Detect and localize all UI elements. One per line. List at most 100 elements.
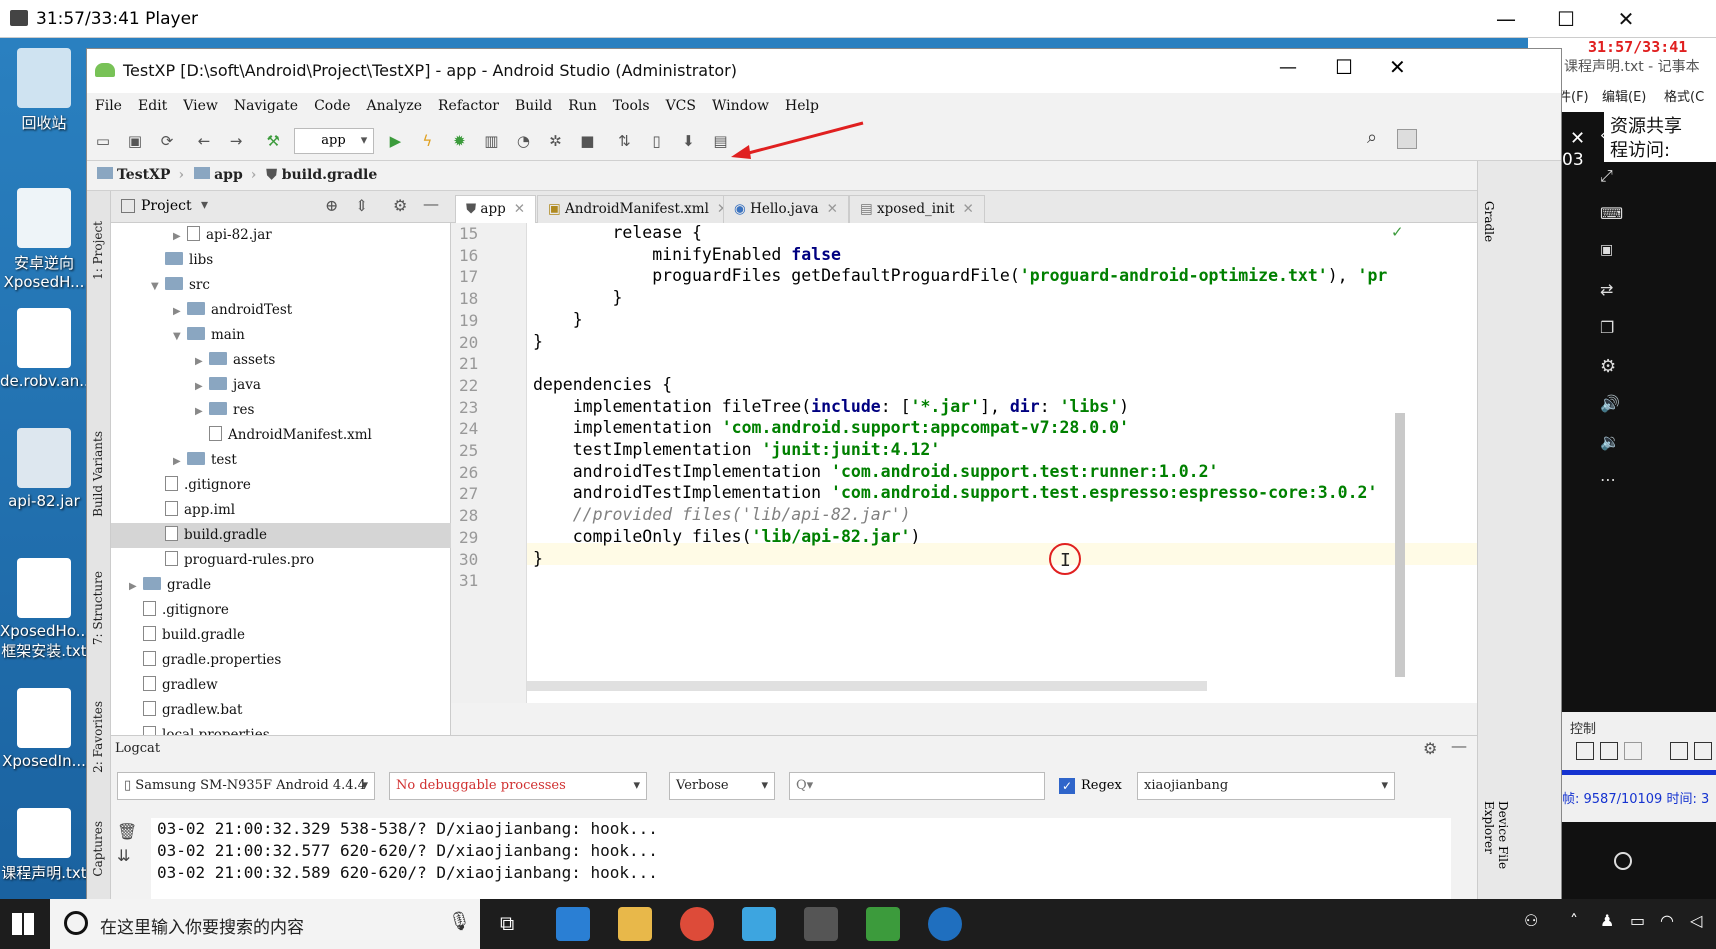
tree-item[interactable]: ▼ src [111, 273, 451, 298]
tree-item[interactable]: gradlew [111, 673, 451, 698]
tool-tab-gradle[interactable]: Gradle [1482, 201, 1496, 242]
start-icon[interactable] [12, 913, 34, 935]
expand-arrow-icon[interactable]: ▶ [195, 399, 209, 424]
open-folder-icon[interactable]: ▭ [90, 128, 116, 154]
volume-up-icon[interactable]: 🔊 [1600, 394, 1620, 413]
hide-panel-icon[interactable]: — [1451, 736, 1467, 755]
expand-arrow-icon[interactable]: ▶ [195, 374, 209, 399]
run-config-select[interactable]: app ▾ [294, 128, 375, 154]
expand-arrow-icon[interactable]: ▼ [173, 324, 187, 349]
regex-checkbox[interactable]: ✓ [1059, 778, 1075, 794]
player-close-button[interactable]: ✕ [1596, 0, 1656, 38]
play-button[interactable] [1576, 742, 1594, 760]
breadcrumb-file[interactable]: ⛊ build.gradle [256, 161, 385, 183]
wifi-icon[interactable]: ◠ [1660, 911, 1674, 930]
tab-xposed-init[interactable]: ▤ xposed_init ✕ [849, 195, 985, 223]
menu-run[interactable]: Run [560, 93, 605, 114]
expand-arrow-icon[interactable]: ▼ [151, 274, 165, 299]
tree-item[interactable]: .gitignore [111, 473, 451, 498]
tree-item[interactable]: build.gradle [111, 623, 451, 648]
sync-icon[interactable]: ⟳ [154, 128, 180, 154]
debug-icon[interactable]: ✹ [446, 128, 472, 154]
android-studio-taskbar-icon[interactable] [866, 907, 900, 941]
task-view-icon[interactable]: ⧉ [500, 911, 514, 935]
tree-item[interactable]: ▶ java [111, 373, 451, 398]
menu-build[interactable]: Build [507, 93, 560, 114]
as-maximize-button[interactable]: ☐ [1335, 55, 1353, 79]
tree-item[interactable]: gradlew.bat [111, 698, 451, 723]
tree-item[interactable]: ▶ assets [111, 348, 451, 373]
battery-icon[interactable]: ▭ [1630, 911, 1645, 930]
file-explorer-icon[interactable] [618, 907, 652, 941]
build-hammer-icon[interactable]: ⚒ [260, 128, 286, 154]
tree-item[interactable]: ▶ test [111, 448, 451, 473]
save-icon[interactable]: ▣ [122, 128, 148, 154]
avd-manager-icon[interactable]: ▯ [643, 128, 669, 154]
gx8-icon[interactable] [928, 907, 962, 941]
tree-item[interactable]: libs [111, 248, 451, 273]
menu-analyze[interactable]: Analyze [358, 93, 430, 114]
baidu-netdisk-icon[interactable] [742, 907, 776, 941]
menu-navigate[interactable]: Navigate [226, 93, 306, 114]
tree-item[interactable]: ▶ api-82.jar [111, 223, 451, 248]
tree-item[interactable]: proguard-rules.pro [111, 548, 451, 573]
stop-icon[interactable]: ■ [574, 128, 600, 154]
locate-icon[interactable]: ⊕ [325, 196, 338, 215]
player-maximize-button[interactable]: ☐ [1536, 0, 1596, 38]
gear-icon[interactable]: ⚙ [1423, 739, 1437, 758]
apk-install-icon[interactable]: ▣ [1600, 242, 1613, 258]
desktop-icon-recycle-bin[interactable]: 回收站 [0, 48, 88, 133]
filter-select[interactable]: xiaojianbang ▾ [1137, 772, 1395, 800]
edge-icon[interactable] [556, 907, 590, 941]
menu-file[interactable]: File [87, 93, 130, 114]
volume-down-icon[interactable]: 🔉 [1600, 432, 1620, 451]
sdk-manager-icon[interactable]: ⬇ [675, 128, 701, 154]
log-search-input[interactable]: Q▾ [789, 772, 1045, 800]
fullscreen-icon[interactable]: ⤢ [1600, 166, 1613, 186]
notepad-menu-edit[interactable]: 编辑(E) [1602, 86, 1646, 105]
menu-code[interactable]: Code [306, 93, 358, 114]
tree-item[interactable]: app.iml [111, 498, 451, 523]
chevron-up-icon[interactable]: ˄ [1570, 911, 1578, 930]
run-icon[interactable]: ▶ [382, 128, 408, 154]
breadcrumb-module[interactable]: app [184, 161, 251, 183]
tree-item[interactable]: ▼ main [111, 323, 451, 348]
expand-arrow-icon[interactable]: ▶ [173, 449, 187, 474]
forward-icon[interactable]: → [223, 128, 249, 154]
tool-tab-project[interactable]: 1: Project [91, 221, 105, 280]
expand-arrow-icon[interactable]: ▶ [129, 574, 143, 599]
taskbar-search[interactable]: 在这里输入你要搜索的内容 🎙 [50, 899, 480, 949]
menu-refactor[interactable]: Refactor [430, 93, 507, 114]
logcat-output[interactable]: 03-02 21:00:32.329 538-538/? D/xiaojianb… [151, 818, 1451, 901]
tool-tab-favorites[interactable]: 2: Favorites [91, 701, 105, 773]
player-minimize-button[interactable]: — [1476, 0, 1536, 38]
share-icon[interactable]: ⇄ [1600, 280, 1613, 299]
expand-arrow-icon[interactable]: ▶ [173, 224, 187, 249]
tree-item[interactable]: gradle.properties [111, 648, 451, 673]
fit-button[interactable] [1670, 742, 1688, 760]
desktop-icon-course-txt[interactable]: 课程声明.txt [0, 808, 88, 883]
settings-icon[interactable]: ⚙ [1600, 356, 1616, 377]
menu-vcs[interactable]: VCS [658, 93, 704, 114]
step-button[interactable] [1624, 742, 1642, 760]
close-icon[interactable]: ✕ [827, 201, 838, 217]
menu-view[interactable]: View [175, 93, 226, 114]
stop-button[interactable] [1600, 742, 1618, 760]
tab-manifest[interactable]: ▣ AndroidManifest.xml✕ [537, 195, 740, 223]
full-button[interactable] [1694, 742, 1712, 760]
vertical-scrollbar[interactable] [1395, 413, 1405, 677]
chrome-icon[interactable] [680, 907, 714, 941]
profile-icon[interactable]: ◔ [510, 128, 536, 154]
people-icon[interactable]: ⚇ [1524, 911, 1538, 930]
project-view-select[interactable]: Project [141, 198, 192, 214]
clear-log-icon[interactable]: 🗑 [117, 822, 137, 841]
tab-hello-java[interactable]: ◉ Hello.java ✕ [723, 195, 849, 223]
expand-arrow-icon[interactable]: ▶ [195, 349, 209, 374]
user-icon[interactable] [1397, 129, 1417, 149]
player-taskbar-icon[interactable] [804, 907, 838, 941]
tab-app[interactable]: ⛊ app ✕ [455, 195, 537, 223]
menu-help[interactable]: Help [777, 93, 827, 114]
menu-tools[interactable]: Tools [605, 93, 658, 114]
desktop-icon-xposed-txt[interactable]: XposedHo... 框架安装.txt [0, 558, 90, 661]
as-minimize-button[interactable]: — [1279, 57, 1297, 78]
